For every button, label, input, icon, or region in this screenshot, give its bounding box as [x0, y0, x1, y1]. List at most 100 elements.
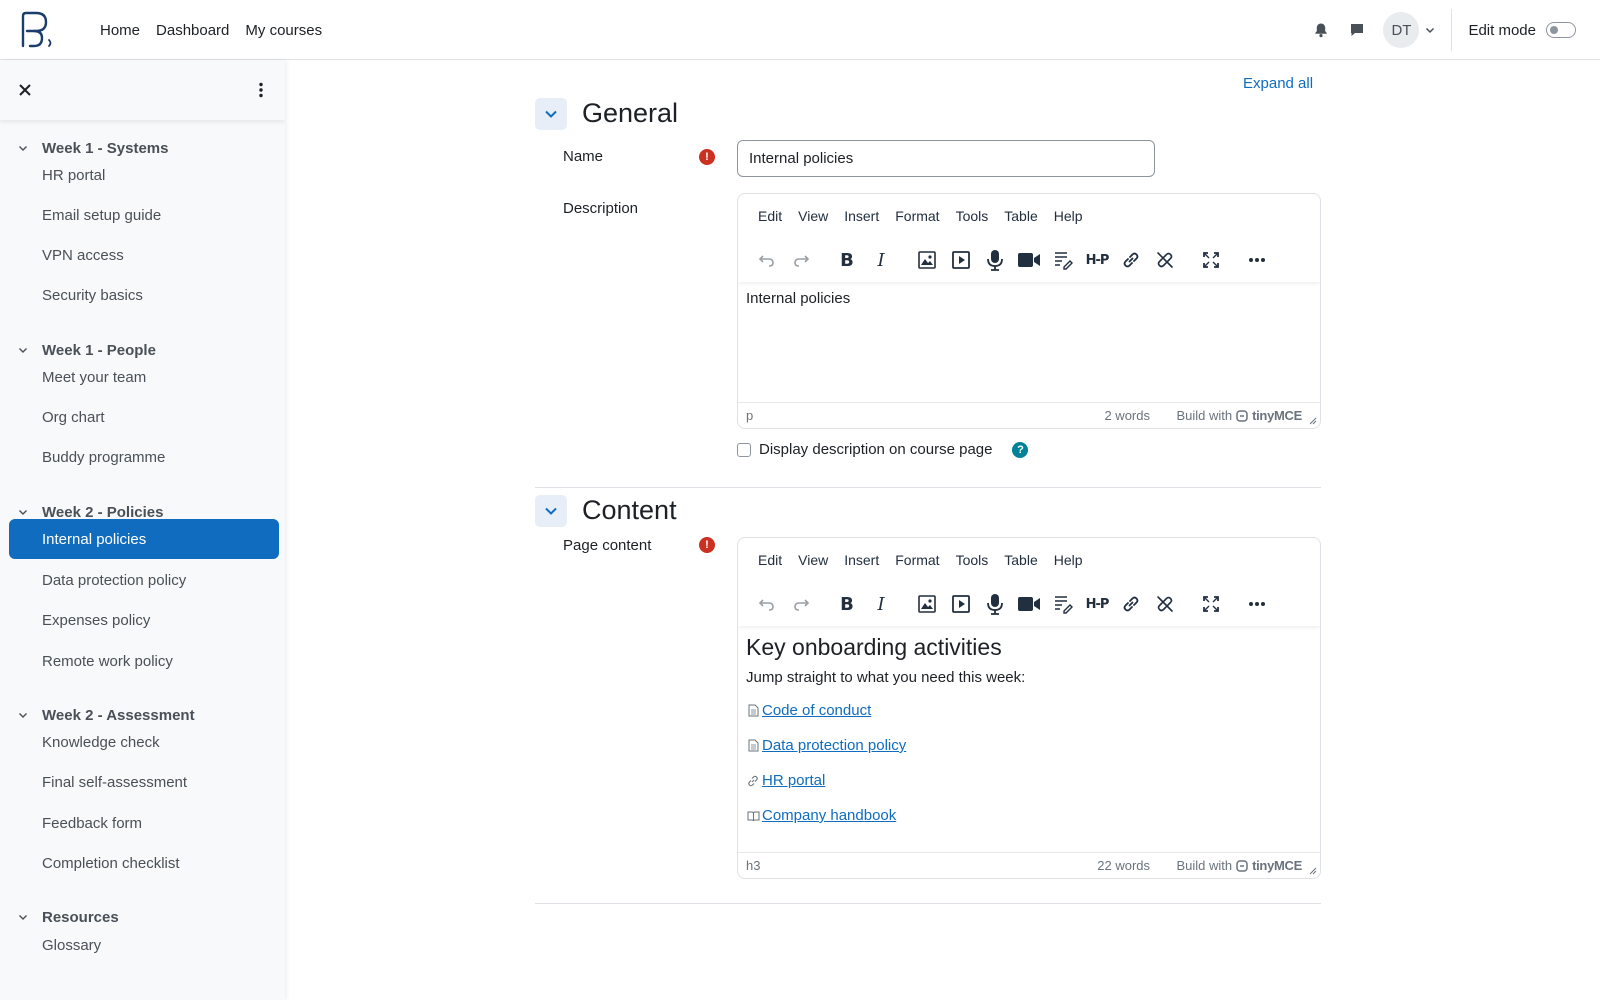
image-icon[interactable]	[910, 587, 944, 621]
edit-mode-toggle[interactable]	[1546, 22, 1576, 38]
link-icon[interactable]	[1114, 243, 1148, 277]
content-link-row: Code of conduct	[746, 702, 1312, 719]
menu-view[interactable]: View	[790, 208, 836, 224]
course-item-final-self-assessment[interactable]: Final self-assessment	[9, 762, 279, 802]
help-icon[interactable]: ?	[1012, 441, 1029, 458]
display-description-label[interactable]: Display description on course page	[759, 441, 992, 458]
undo-icon[interactable]	[750, 587, 784, 621]
unlink-icon[interactable]	[1148, 243, 1182, 277]
undo-icon[interactable]	[750, 243, 784, 277]
content-bank-icon[interactable]	[1046, 243, 1080, 277]
chevron-down-icon[interactable]	[1425, 22, 1435, 39]
media-icon[interactable]	[944, 243, 978, 277]
more-icon[interactable]	[1240, 243, 1274, 277]
word-count[interactable]: 2 words	[1104, 408, 1150, 423]
course-item-hr-portal[interactable]: HR portal	[9, 155, 279, 195]
nav-my-courses-link[interactable]: My courses	[245, 22, 322, 39]
hr-portal-link[interactable]: HR portal	[762, 772, 825, 789]
notifications-bell-icon[interactable]	[1303, 12, 1339, 48]
media-icon[interactable]	[944, 587, 978, 621]
menu-tools[interactable]: Tools	[948, 552, 997, 568]
chevron-down-icon[interactable]	[18, 345, 32, 355]
user-avatar[interactable]: DT	[1383, 12, 1420, 48]
tinymce-branding[interactable]: Build with tinyMCE	[1176, 858, 1302, 873]
image-icon[interactable]	[910, 243, 944, 277]
section-title-general: General	[582, 98, 679, 128]
chevron-down-icon[interactable]	[18, 912, 32, 922]
close-icon[interactable]	[12, 77, 38, 103]
microphone-icon[interactable]	[978, 243, 1012, 277]
nav-dashboard-link[interactable]: Dashboard	[156, 22, 229, 39]
display-description-row: Display description on course page ?	[737, 441, 1029, 458]
messages-icon[interactable]	[1339, 12, 1375, 48]
fullscreen-icon[interactable]	[1194, 587, 1228, 621]
element-path[interactable]: p	[746, 408, 753, 423]
section-title-content: Content	[582, 495, 677, 525]
video-camera-icon[interactable]	[1012, 243, 1046, 277]
menu-edit[interactable]: Edit	[750, 208, 790, 224]
course-item-data-protection-policy[interactable]: Data protection policy	[9, 560, 279, 600]
collapse-general-button[interactable]	[535, 98, 567, 130]
course-item-email-setup-guide[interactable]: Email setup guide	[9, 195, 279, 235]
menu-format[interactable]: Format	[887, 208, 947, 224]
resize-handle-icon[interactable]	[1309, 867, 1317, 875]
more-options-icon[interactable]	[248, 77, 274, 103]
data-protection-policy-link[interactable]: Data protection policy	[762, 737, 906, 754]
code-of-conduct-link[interactable]: Code of conduct	[762, 702, 871, 719]
content-bank-icon[interactable]	[1046, 587, 1080, 621]
page-content-editor-body[interactable]: Key onboarding activities Jump straight …	[738, 626, 1320, 852]
expand-all-link[interactable]: Expand all	[1243, 75, 1313, 92]
chevron-down-icon[interactable]	[18, 143, 32, 153]
display-description-checkbox[interactable]	[737, 442, 751, 457]
menu-help[interactable]: Help	[1046, 552, 1091, 568]
video-camera-icon[interactable]	[1012, 587, 1046, 621]
microphone-icon[interactable]	[978, 587, 1012, 621]
edit-mode-label: Edit mode	[1468, 21, 1536, 39]
course-item-meet-your-team[interactable]: Meet your team	[9, 357, 279, 397]
name-input[interactable]: Internal policies	[737, 140, 1155, 177]
menu-view[interactable]: View	[790, 552, 836, 568]
unlink-icon[interactable]	[1148, 587, 1182, 621]
menu-table[interactable]: Table	[996, 552, 1045, 568]
italic-icon[interactable]: I	[864, 587, 898, 621]
course-item-knowledge-check[interactable]: Knowledge check	[9, 722, 279, 762]
redo-icon[interactable]	[784, 587, 818, 621]
course-item-feedback-form[interactable]: Feedback form	[9, 803, 279, 843]
course-item-completion-checklist[interactable]: Completion checklist	[9, 843, 279, 883]
fullscreen-icon[interactable]	[1194, 243, 1228, 277]
course-item-internal-policies[interactable]: Internal policies	[9, 519, 279, 559]
menu-table[interactable]: Table	[996, 208, 1045, 224]
menu-help[interactable]: Help	[1046, 208, 1091, 224]
h5p-icon[interactable]: H-P	[1080, 587, 1114, 621]
site-logo[interactable]	[18, 10, 58, 50]
bold-icon[interactable]: B	[830, 243, 864, 277]
chevron-down-icon[interactable]	[18, 507, 32, 517]
redo-icon[interactable]	[784, 243, 818, 277]
h5p-icon[interactable]: H-P	[1080, 243, 1114, 277]
course-item-glossary[interactable]: Glossary	[9, 925, 279, 965]
chevron-down-icon[interactable]	[18, 710, 32, 720]
word-count[interactable]: 22 words	[1097, 858, 1150, 873]
tinymce-branding[interactable]: Build with tinyMCE	[1176, 408, 1302, 423]
course-item-expenses-policy[interactable]: Expenses policy	[9, 600, 279, 640]
link-icon[interactable]	[1114, 587, 1148, 621]
resize-handle-icon[interactable]	[1309, 417, 1317, 425]
course-item-org-chart[interactable]: Org chart	[9, 397, 279, 437]
menu-tools[interactable]: Tools	[948, 208, 997, 224]
collapse-content-button[interactable]	[535, 495, 567, 527]
menu-format[interactable]: Format	[887, 552, 947, 568]
element-path[interactable]: h3	[746, 858, 760, 873]
company-handbook-link[interactable]: Company handbook	[762, 807, 896, 824]
menu-edit[interactable]: Edit	[750, 552, 790, 568]
course-item-vpn-access[interactable]: VPN access	[9, 235, 279, 275]
italic-icon[interactable]: I	[864, 243, 898, 277]
course-item-remote-work-policy[interactable]: Remote work policy	[9, 641, 279, 681]
menu-insert[interactable]: Insert	[836, 552, 887, 568]
menu-insert[interactable]: Insert	[836, 208, 887, 224]
nav-home-link[interactable]: Home	[100, 22, 140, 39]
course-item-security-basics[interactable]: Security basics	[9, 275, 279, 315]
description-editor-body[interactable]: Internal policies	[738, 282, 1320, 402]
bold-icon[interactable]: B	[830, 587, 864, 621]
course-item-buddy-programme[interactable]: Buddy programme	[9, 437, 279, 477]
more-icon[interactable]	[1240, 587, 1274, 621]
